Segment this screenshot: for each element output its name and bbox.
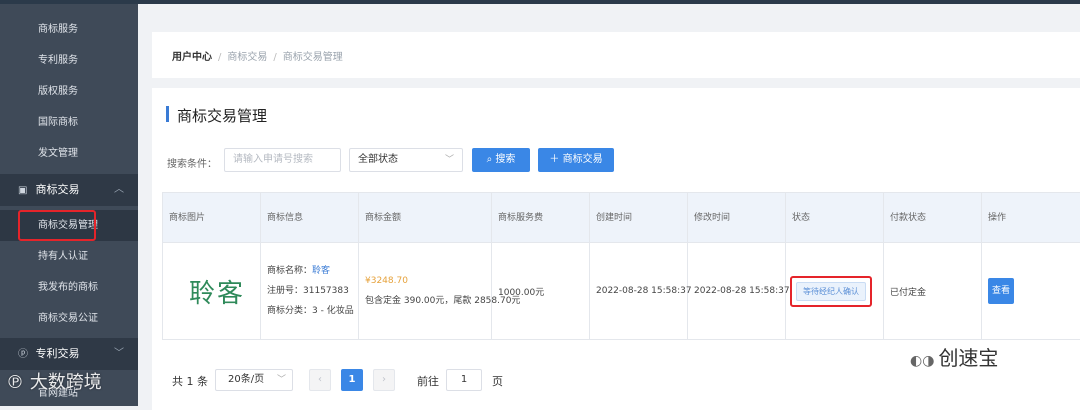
chevron-down-icon: ﹀ [444,155,454,165]
cell-service-fee: 1000.00元 [492,243,590,339]
sidebar-item-trademark-notarization[interactable]: 商标交易公证 [0,303,138,334]
watermark-logo-icon: ℗ [6,372,24,393]
trademark-icon: ▣ [18,185,28,196]
sidebar-item-my-published-trademarks[interactable]: 我发布的商标 [0,272,138,303]
trademark-table: 商标图片 商标信息 商标金额 商标服务费 创建时间 修改时间 状态 付款状态 操… [162,192,1080,340]
cell-info: 商标名称：聆客 注册号：31157383 商标分类：3 - 化妆品 [261,243,359,339]
cell-status: 等待经纪人确认 [786,243,884,339]
breadcrumb-separator: / [273,52,277,63]
reg-number: 31157383 [303,286,349,296]
page-size-select[interactable]: 20条/页 ﹀ [215,369,293,391]
page-label: 页 [492,375,503,388]
wechat-icon: ◐◑ [910,353,935,369]
page-size-value: 20条/页 [228,374,265,385]
title-accent-bar [166,106,169,122]
cell-image: 聆客 [163,243,261,339]
cell-modified: 2022-08-28 15:58:37 [688,243,790,339]
modified-time: 2022-08-28 15:58:37 [694,286,790,296]
chevron-down-icon: ﹀ [276,375,286,385]
sidebar-item-holder-verification[interactable]: 持有人认证 [0,241,138,272]
breadcrumb-separator: / [218,52,222,63]
chevron-up-icon: ︿ [114,184,124,195]
column-header-status: 状态 [786,193,884,243]
status-select-value: 全部状态 [358,154,398,165]
trademark-name-link[interactable]: 聆客 [312,266,330,276]
chevron-down-icon: ﹀ [114,348,124,359]
column-header-action: 操作 [988,213,1007,223]
chevron-left-icon: ‹ [318,374,322,385]
column-header-info: 商标信息 [261,193,359,243]
column-header-amount: 商标金额 [359,193,492,243]
status-select[interactable]: 全部状态 ﹀ [349,148,463,172]
search-button[interactable]: ⌕ 搜索 [472,148,530,172]
column-header-pay-status: 付款状态 [884,193,982,243]
watermark-right: ◐◑ 创速宝 [910,342,998,371]
patent-icon: ⓟ [18,349,28,360]
column-header-created: 创建时间 [590,193,688,243]
highlight-box-sidebar [18,210,96,241]
page-number-current[interactable]: 1 [341,369,363,391]
goto-page-input[interactable]: 1 [446,369,482,391]
pagination-total: 共 1 条 [172,375,208,388]
add-button-label: 商标交易 [562,154,603,165]
breadcrumb-item-current: 商标交易管理 [282,52,343,63]
cell-pay-status: 已付定金 [884,243,982,339]
breadcrumb-item-user-center[interactable]: 用户中心 [172,52,212,63]
watermark-right-text: 创速宝 [938,346,999,370]
view-button[interactable]: 查看 [988,278,1014,304]
column-header-image: 商标图片 [163,193,261,243]
breadcrumb: 用户中心 / 商标交易 / 商标交易管理 [172,48,343,63]
search-input[interactable]: 请输入申请号搜索 [224,148,341,172]
pagination: 共 1 条 20条/页 ﹀ ‹ 1 › 前往 1 页 [172,369,672,391]
breadcrumb-card: 用户中心 / 商标交易 / 商标交易管理 [152,32,1080,78]
goto-label: 前往 [417,375,439,388]
page-title: 商标交易管理 [177,107,268,125]
watermark-left-text: 大数跨境 [29,372,102,393]
add-trademark-trade-button[interactable]: ＋ 商标交易 [538,148,614,172]
table-header: 商标图片 商标信息 商标金额 商标服务费 创建时间 修改时间 状态 付款状态 操… [163,193,1080,243]
prev-page-button[interactable]: ‹ [309,369,331,391]
chevron-right-icon: › [382,374,386,385]
breadcrumb-item-trademark-trade[interactable]: 商标交易 [227,52,267,63]
search-icon: ⌕ [486,154,493,165]
search-label: 搜索条件： [167,159,217,170]
sidebar-item-patent-service[interactable]: 专利服务 [0,45,138,76]
sidebar-group-label: 商标交易 [35,183,80,196]
sidebar-group-trademark-trade[interactable]: ▣ 商标交易 ︿ [0,174,138,206]
status-badge: 等待经纪人确认 [796,281,866,301]
column-header-service-fee: 商标服务费 [492,193,590,243]
sidebar-group-patent-trade[interactable]: ⓟ 专利交易 ﹀ [0,338,138,370]
sidebar-item-copyright-service[interactable]: 版权服务 [0,76,138,107]
sidebar: 商标服务 专利服务 版权服务 国际商标 发文管理 ▣ 商标交易 ︿ 商标交易管理… [0,4,138,406]
plus-icon: ＋ [549,154,560,165]
next-page-button[interactable]: › [373,369,395,391]
sidebar-group-label: 专利交易 [35,347,80,360]
sidebar-item-document-management[interactable]: 发文管理 [0,138,138,169]
sidebar-item-international-trademark[interactable]: 国际商标 [0,107,138,138]
watermark-left: ℗ 大数跨境 [6,368,102,394]
class-value: 3 - 化妆品 [312,306,354,316]
service-fee-value: 1000.00元 [498,287,545,298]
class-label: 商标分类： [267,306,313,316]
pay-status-value: 已付定金 [890,287,927,298]
trademark-image: 聆客 [189,278,246,309]
cell-amount: ¥3248.70 包含定金 390.00元，尾款 2858.70元 [359,243,520,339]
cell-created: 2022-08-28 15:58:37 [590,243,692,339]
created-time: 2022-08-28 15:58:37 [596,286,692,296]
table-row: 聆客 商标名称：聆客 注册号：31157383 商标分类：3 - 化妆品 ¥32… [163,243,1080,339]
column-header-modified: 修改时间 [688,193,786,243]
search-button-label: 搜索 [495,154,516,165]
reg-label: 注册号： [267,286,304,296]
highlight-box-status: 等待经纪人确认 [790,275,872,307]
sidebar-item-trademark-service[interactable]: 商标服务 [0,14,138,45]
cell-action: 查看 [982,243,1080,339]
name-label: 商标名称： [267,266,313,276]
